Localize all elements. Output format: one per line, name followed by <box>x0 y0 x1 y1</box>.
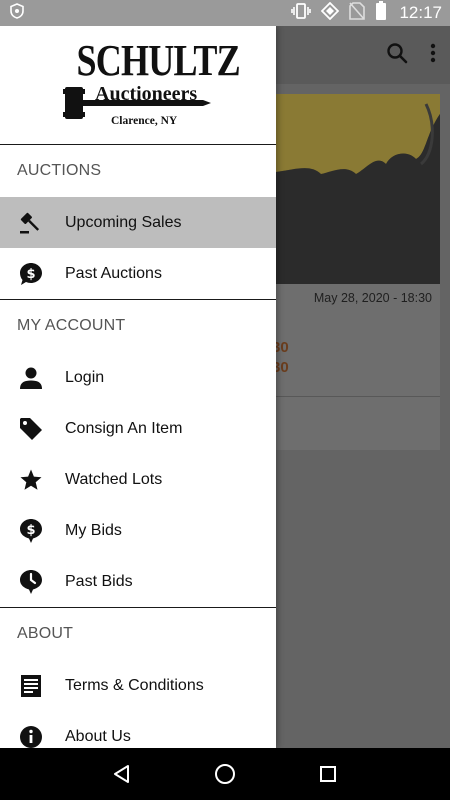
svg-text:$: $ <box>26 523 35 538</box>
vibrate-icon <box>291 2 312 25</box>
auction-image <box>276 94 440 284</box>
dollar-pin-icon: $ <box>18 518 44 544</box>
menu-item-label: Consign An Item <box>65 419 183 437</box>
menu-item-label: Past Auctions <box>65 264 162 282</box>
menu-item-label: Terms & Conditions <box>65 676 204 694</box>
menu-item-my-bids[interactable]: $ My Bids <box>0 505 276 556</box>
schultz-logo: SCHULTZ Auctioneers Clarence, NY <box>63 36 241 131</box>
data-saver-icon <box>321 1 340 25</box>
home-icon[interactable] <box>205 754 245 794</box>
status-bar: 12:17 <box>0 0 450 26</box>
logo-main-text: SCHULTZ <box>76 36 241 85</box>
menu-item-label: Past Bids <box>65 572 133 590</box>
person-icon <box>18 365 44 391</box>
shield-notification-icon <box>10 2 24 24</box>
drawer-header: SCHULTZ Auctioneers Clarence, NY <box>0 26 276 145</box>
auction-date: May 28, 2020 - 18:30 <box>313 291 432 305</box>
logo-sub-text: Auctioneers <box>95 83 198 105</box>
menu-item-label: Watched Lots <box>65 470 163 488</box>
menu-item-about-us[interactable]: About Us <box>0 711 276 748</box>
navigation-drawer: SCHULTZ Auctioneers Clarence, NY AUCTION… <box>0 26 276 748</box>
dollar-bubble-icon: $ <box>18 261 44 287</box>
menu-item-login[interactable]: Login <box>0 352 276 403</box>
overflow-menu-icon[interactable] <box>430 43 436 68</box>
clock-pin-icon <box>18 569 44 595</box>
card-divider <box>276 396 440 397</box>
search-icon[interactable] <box>386 42 408 69</box>
menu-item-upcoming-sales[interactable]: Upcoming Sales <box>0 197 276 248</box>
background-toolbar <box>276 26 450 84</box>
document-icon <box>18 673 44 699</box>
menu-item-watched-lots[interactable]: Watched Lots <box>0 454 276 505</box>
menu-item-consign-an-item[interactable]: Consign An Item <box>0 403 276 454</box>
menu-item-label: About Us <box>65 727 131 745</box>
auction-card[interactable]: May 28, 2020 - 18:30 30 30 <box>272 94 440 450</box>
recents-icon[interactable] <box>308 754 348 794</box>
status-time: 12:17 <box>399 3 442 22</box>
menu-item-terms-conditions[interactable]: Terms & Conditions <box>0 660 276 711</box>
menu-item-label: Upcoming Sales <box>65 213 182 231</box>
menu-item-past-auctions[interactable]: $ Past Auctions <box>0 248 276 299</box>
menu-item-past-bids[interactable]: Past Bids <box>0 556 276 607</box>
gavel-icon <box>18 210 44 236</box>
section-header-auctions: AUCTIONS <box>17 162 102 179</box>
section-header-about: ABOUT <box>17 625 74 642</box>
system-navigation-bar <box>0 748 450 800</box>
logo-location: Clarence, NY <box>111 115 178 127</box>
star-icon <box>18 467 44 493</box>
back-icon[interactable] <box>102 754 142 794</box>
no-sim-icon <box>349 1 366 25</box>
menu-item-label: Login <box>65 368 105 386</box>
info-icon <box>18 724 44 749</box>
svg-text:$: $ <box>26 267 35 282</box>
section-header-my-account: MY ACCOUNT <box>17 317 126 334</box>
menu-item-label: My Bids <box>65 521 122 539</box>
battery-icon <box>375 0 387 26</box>
tag-icon <box>18 416 44 442</box>
